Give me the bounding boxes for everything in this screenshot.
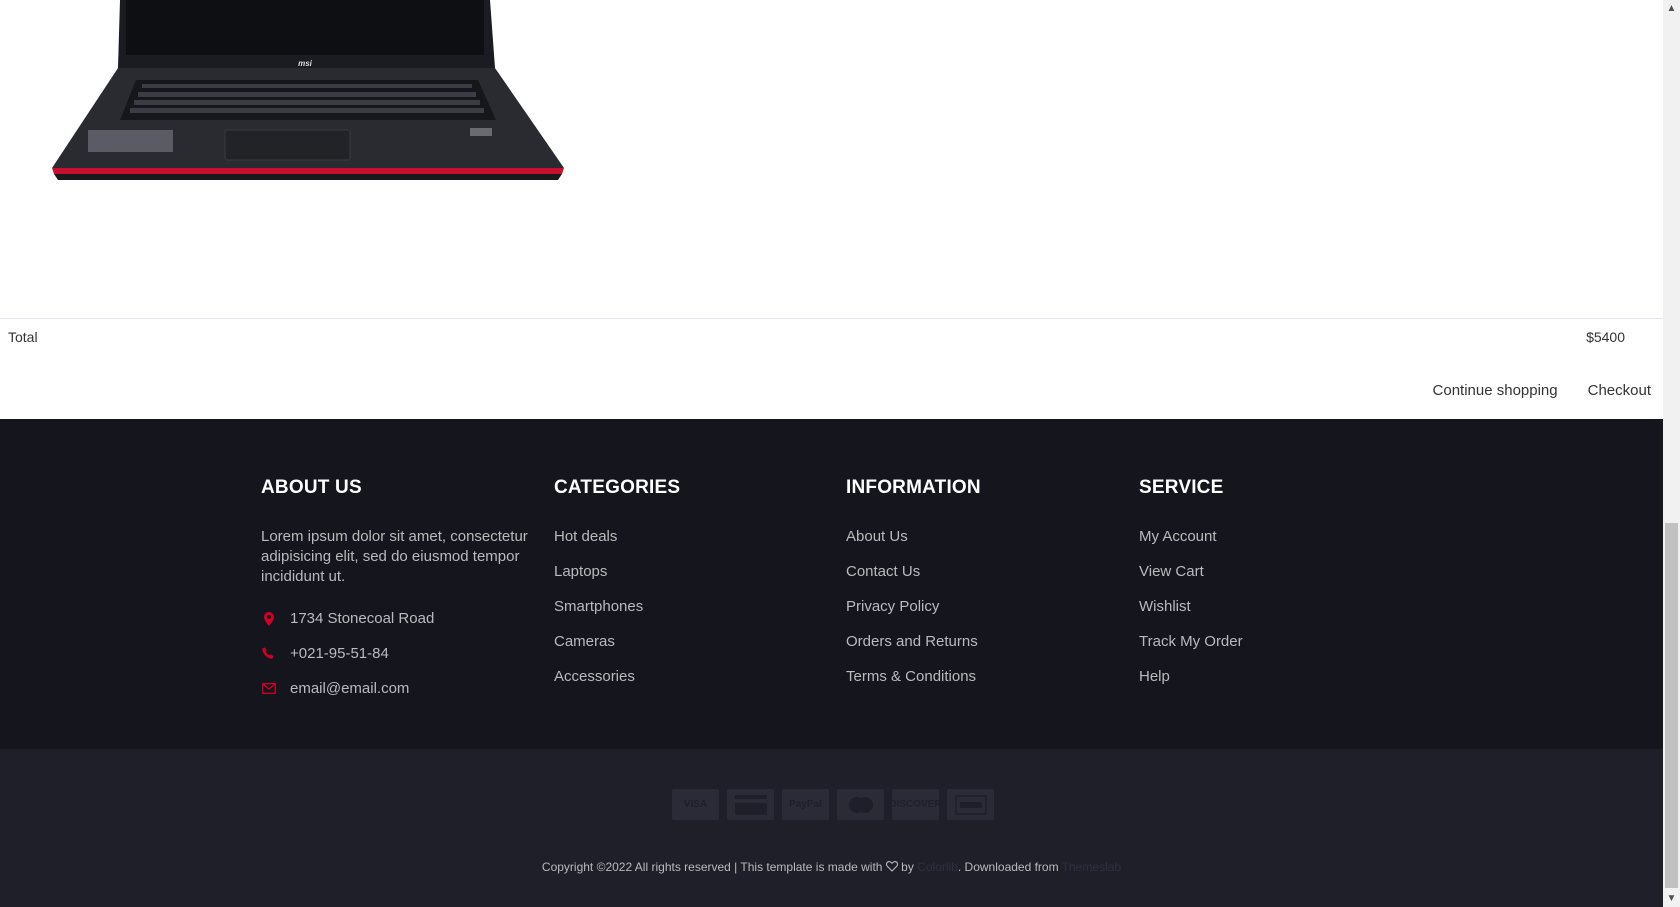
footer-phone[interactable]: +021-95-51-84 (261, 636, 531, 671)
copyright: Copyright ©2022 All rights reserved | Th… (0, 860, 1663, 874)
footer-link-hot-deals[interactable]: Hot deals (554, 527, 824, 562)
footer-link-track-order[interactable]: Track My Order (1139, 632, 1409, 667)
footer-bottom: VISA PayPal DISCOVER Copyright ©2022 All… (0, 749, 1663, 907)
scroll-up-arrow-icon[interactable]: ▲ (1663, 0, 1680, 17)
copyright-text: Copyright ©2022 All rights reserved | Th… (541, 860, 883, 874)
footer-link-privacy-policy[interactable]: Privacy Policy (846, 597, 1116, 632)
footer-link-my-account[interactable]: My Account (1139, 527, 1409, 562)
footer-link-about-us[interactable]: About Us (846, 527, 1116, 562)
footer-link-laptops[interactable]: Laptops (554, 562, 824, 597)
footer-link-wishlist[interactable]: Wishlist (1139, 597, 1409, 632)
footer-about-text: Lorem ipsum dolor sit amet, consectetur … (261, 528, 528, 585)
footer-link-help[interactable]: Help (1139, 667, 1409, 702)
footer-link-cameras[interactable]: Cameras (554, 632, 824, 667)
map-marker-icon (261, 611, 276, 626)
footer-information-title: Information (846, 477, 981, 498)
footer-about-title: About Us (261, 477, 362, 498)
heart-icon (885, 860, 901, 874)
product-image-laptop: msi (52, 0, 564, 180)
continue-shopping-link[interactable]: Continue shopping (1433, 382, 1558, 399)
phone-icon (261, 646, 276, 661)
scroll-down-arrow-icon[interactable]: ▼ (1663, 890, 1680, 907)
footer-phone-text: +021-95-51-84 (290, 645, 389, 662)
footer-information-list: About Us Contact Us Privacy Policy Order… (846, 527, 1116, 702)
credit-card-icon[interactable] (727, 789, 774, 820)
footer-categories-title: Categories (554, 477, 681, 498)
footer-link-orders-returns[interactable]: Orders and Returns (846, 632, 1116, 667)
footer-address-text: 1734 Stonecoal Road (290, 610, 435, 627)
mastercard-icon[interactable] (837, 789, 884, 820)
amex-icon[interactable] (947, 789, 994, 820)
cart-product-area: msi (0, 0, 1663, 318)
paypal-icon[interactable]: PayPal (782, 789, 829, 820)
page: msi Total $5400 Continue shopping Checko… (0, 0, 1663, 907)
footer-categories: Categories Hot deals Laptops Smartphones… (554, 477, 824, 702)
scrollbar-thumb[interactable] (1665, 523, 1678, 888)
cart-actions: Continue shopping Checkout (1433, 382, 1651, 399)
footer-address[interactable]: 1734 Stonecoal Road (261, 601, 531, 636)
total-label: Total (8, 329, 38, 345)
envelope-icon (261, 681, 276, 696)
footer-link-terms[interactable]: Terms & Conditions (846, 667, 1116, 702)
payment-methods: VISA PayPal DISCOVER (672, 789, 994, 820)
copyright-downloaded: . Downloaded from (957, 860, 1059, 874)
footer-link-smartphones[interactable]: Smartphones (554, 597, 824, 632)
footer-service-list: My Account View Cart Wishlist Track My O… (1139, 527, 1409, 702)
svg-text:msi: msi (298, 59, 313, 68)
total-value: $5400 (1586, 329, 1625, 345)
footer-categories-list: Hot deals Laptops Smartphones Cameras Ac… (554, 527, 824, 702)
vertical-scrollbar[interactable]: ▲ ▼ (1663, 0, 1680, 907)
footer-email-text: email@email.com (290, 680, 410, 697)
cart-total-row: Total $5400 (0, 318, 1663, 356)
footer-about: About Us Lorem ipsum dolor sit amet, con… (261, 477, 531, 706)
footer-link-view-cart[interactable]: View Cart (1139, 562, 1409, 597)
footer-service-title: Service (1139, 477, 1224, 498)
discover-icon[interactable]: DISCOVER (889, 789, 942, 820)
footer-information: Information About Us Contact Us Privacy … (846, 477, 1116, 702)
themeslab-link[interactable]: Themeslab (1062, 860, 1121, 874)
visa-icon[interactable]: VISA (672, 789, 719, 820)
footer-service: Service My Account View Cart Wishlist Tr… (1139, 477, 1409, 702)
checkout-link[interactable]: Checkout (1588, 382, 1651, 399)
footer-link-contact-us[interactable]: Contact Us (846, 562, 1116, 597)
footer: About Us Lorem ipsum dolor sit amet, con… (0, 419, 1663, 749)
footer-email[interactable]: email@email.com (261, 671, 531, 706)
copyright-by: by (901, 860, 914, 874)
footer-link-accessories[interactable]: Accessories (554, 667, 824, 702)
colorlib-link[interactable]: Colorlib (917, 860, 958, 874)
